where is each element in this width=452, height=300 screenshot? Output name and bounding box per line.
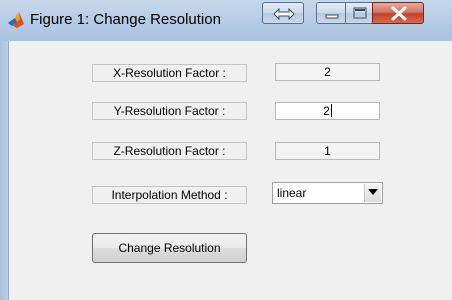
dropdown-arrow-button[interactable] bbox=[364, 184, 381, 202]
interpolation-method-select[interactable]: linear bbox=[272, 182, 383, 204]
minimize-icon bbox=[325, 14, 339, 19]
figure-window: Figure 1: Change Resolution X-Resolution… bbox=[0, 0, 452, 300]
window-title: Figure 1: Change Resolution bbox=[30, 11, 221, 28]
change-resolution-button[interactable]: Change Resolution bbox=[92, 233, 247, 263]
z-resolution-label: Z-Resolution Factor : bbox=[92, 142, 247, 160]
interpolation-method-label: Interpolation Method : bbox=[92, 186, 247, 204]
matlab-icon bbox=[6, 10, 26, 30]
y-resolution-input[interactable]: 2 bbox=[275, 102, 380, 120]
y-resolution-value: 2 bbox=[323, 104, 330, 118]
x-resolution-label: X-Resolution Factor : bbox=[92, 64, 247, 82]
text-cursor bbox=[330, 104, 332, 117]
chevron-down-icon bbox=[368, 189, 378, 195]
minimize-button[interactable] bbox=[316, 2, 346, 24]
resize-button[interactable] bbox=[262, 2, 304, 24]
title-bar[interactable]: Figure 1: Change Resolution bbox=[0, 0, 452, 42]
y-resolution-label: Y-Resolution Factor : bbox=[92, 102, 247, 120]
x-resolution-input[interactable]: 2 bbox=[275, 63, 380, 81]
close-button[interactable] bbox=[372, 2, 424, 24]
maximize-button[interactable] bbox=[345, 2, 373, 24]
maximize-icon bbox=[353, 7, 367, 19]
window-frame-left bbox=[0, 41, 8, 300]
resize-icon bbox=[273, 7, 295, 21]
interpolation-method-value: linear bbox=[277, 186, 307, 200]
close-icon bbox=[391, 6, 407, 21]
z-resolution-input[interactable]: 1 bbox=[275, 142, 380, 160]
